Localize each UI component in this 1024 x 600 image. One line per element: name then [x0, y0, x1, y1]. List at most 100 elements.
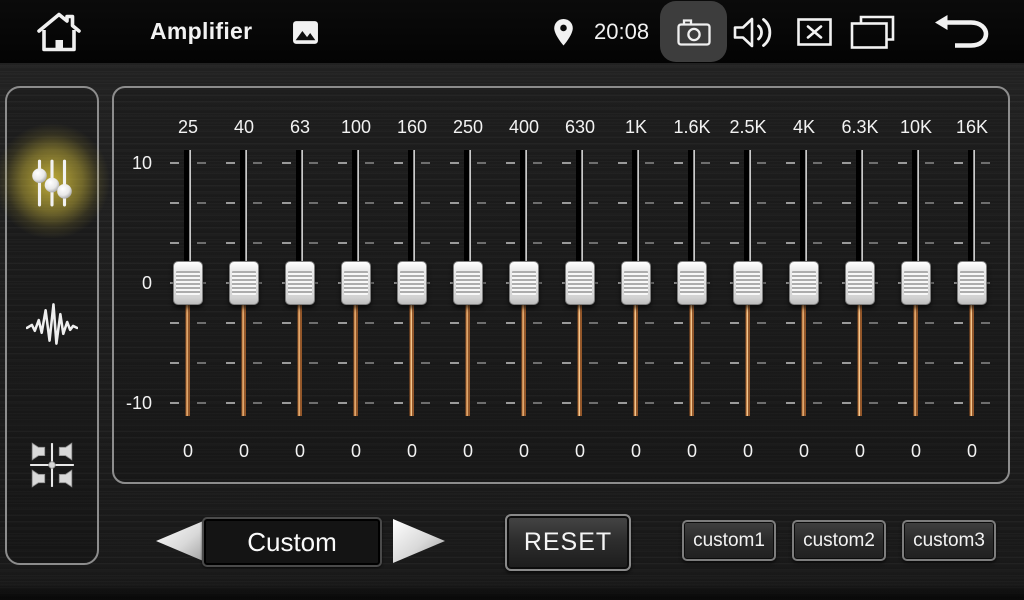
- custom1-preset-button[interactable]: custom1: [682, 520, 776, 561]
- eq-band: 1600: [384, 88, 440, 482]
- back-button[interactable]: [932, 13, 992, 51]
- eq-slider-thumb[interactable]: [341, 261, 371, 305]
- eq-slider-thumb[interactable]: [845, 261, 875, 305]
- tick-mark-row: [608, 202, 664, 204]
- eq-band-freq-label: 160: [384, 115, 440, 139]
- eq-band-slider[interactable]: [720, 150, 776, 416]
- eq-bands: 250400630100016002500400063001K01.6K02.5…: [160, 88, 1000, 482]
- eq-band-slider[interactable]: [496, 150, 552, 416]
- eq-thumb-ridges: [176, 271, 200, 295]
- eq-slider-thumb[interactable]: [229, 261, 259, 305]
- custom3-preset-button[interactable]: custom3: [902, 520, 996, 561]
- tick-mark-row: [384, 322, 440, 324]
- preset-selector[interactable]: Custom: [202, 517, 382, 567]
- eq-slider-thumb[interactable]: [901, 261, 931, 305]
- tick-mark-row: [608, 402, 664, 404]
- tick-mark-row: [720, 362, 776, 364]
- eq-slider-thumb[interactable]: [789, 261, 819, 305]
- eq-band: 4K0: [776, 88, 832, 482]
- eq-band-freq-label: 16K: [944, 115, 1000, 139]
- eq-band: 10K0: [888, 88, 944, 482]
- clock: 20:08: [594, 0, 649, 63]
- tick-mark-row: [216, 402, 272, 404]
- eq-band-slider[interactable]: [440, 150, 496, 416]
- eq-band-freq-label: 1K: [608, 115, 664, 139]
- tick-mark-row: [608, 242, 664, 244]
- volume-button[interactable]: [731, 13, 779, 51]
- sidebar-item-equalizer[interactable]: [7, 128, 97, 238]
- eq-band-value: 0: [608, 439, 664, 463]
- eq-band-freq-label: 2.5K: [720, 115, 776, 139]
- eq-band-slider[interactable]: [944, 150, 1000, 416]
- preset-prev-button[interactable]: [153, 517, 209, 567]
- tick-mark-row: [328, 242, 384, 244]
- tick-mark-row: [888, 202, 944, 204]
- tick-mark-row: [160, 402, 216, 404]
- tick-mark-row: [384, 202, 440, 204]
- tick-mark-row: [496, 202, 552, 204]
- tick-mark-row: [776, 202, 832, 204]
- eq-band-freq-label: 25: [160, 115, 216, 139]
- tick-mark-row: [328, 402, 384, 404]
- eq-slider-thumb[interactable]: [509, 261, 539, 305]
- tick-mark-row: [832, 402, 888, 404]
- tick-mark-row: [888, 402, 944, 404]
- equalizer-panel: 10 0 -10 250400630100016002500400063001K…: [112, 86, 1010, 484]
- eq-band-slider[interactable]: [664, 150, 720, 416]
- eq-band-slider[interactable]: [160, 150, 216, 416]
- eq-slider-thumb[interactable]: [397, 261, 427, 305]
- sidebar-item-balance-fader[interactable]: [7, 410, 97, 520]
- tick-mark-row: [272, 362, 328, 364]
- custom2-preset-button[interactable]: custom2: [792, 520, 886, 561]
- close-window-button[interactable]: [796, 18, 832, 46]
- eq-band-value: 0: [720, 439, 776, 463]
- tick-mark-row: [328, 202, 384, 204]
- tick-mark-row: [888, 322, 944, 324]
- eq-slider-thumb[interactable]: [173, 261, 203, 305]
- eq-slider-thumb[interactable]: [957, 261, 987, 305]
- tick-mark-row: [384, 242, 440, 244]
- tick-mark-row: [160, 322, 216, 324]
- sidebar: [5, 86, 99, 565]
- tick-mark-row: [440, 402, 496, 404]
- eq-band-slider[interactable]: [832, 150, 888, 416]
- tick-mark-row: [944, 202, 1000, 204]
- eq-band-slider[interactable]: [216, 150, 272, 416]
- tick-mark-row: [552, 202, 608, 204]
- eq-band-slider[interactable]: [608, 150, 664, 416]
- eq-band-slider[interactable]: [328, 150, 384, 416]
- eq-band-freq-label: 6.3K: [832, 115, 888, 139]
- tick-mark-row: [944, 242, 1000, 244]
- reset-button[interactable]: RESET: [505, 514, 631, 571]
- eq-band-freq-label: 400: [496, 115, 552, 139]
- eq-band-value: 0: [944, 439, 1000, 463]
- preset-next-button[interactable]: [392, 517, 448, 567]
- eq-band-slider[interactable]: [552, 150, 608, 416]
- eq-slider-thumb[interactable]: [621, 261, 651, 305]
- home-button[interactable]: [30, 9, 88, 55]
- eq-thumb-ridges: [232, 271, 256, 295]
- eq-thumb-ridges: [792, 271, 816, 295]
- scale-label-mid: 0: [114, 271, 156, 295]
- eq-slider-thumb[interactable]: [677, 261, 707, 305]
- eq-band-freq-label: 630: [552, 115, 608, 139]
- sidebar-item-sound-effect[interactable]: [7, 268, 97, 378]
- wallpaper-button[interactable]: [291, 19, 319, 45]
- eq-band-slider[interactable]: [272, 150, 328, 416]
- eq-slider-thumb[interactable]: [453, 261, 483, 305]
- eq-band: 2500: [440, 88, 496, 482]
- tick-mark-row: [832, 322, 888, 324]
- tick-mark-row: [832, 162, 888, 164]
- eq-slider-thumb[interactable]: [285, 261, 315, 305]
- eq-band-slider[interactable]: [888, 150, 944, 416]
- screenshot-button[interactable]: [660, 1, 727, 62]
- eq-band-slider[interactable]: [384, 150, 440, 416]
- eq-band-slider[interactable]: [776, 150, 832, 416]
- eq-slider-thumb[interactable]: [565, 261, 595, 305]
- eq-slider-thumb[interactable]: [733, 261, 763, 305]
- tick-mark-row: [496, 402, 552, 404]
- tick-mark-row: [496, 362, 552, 364]
- eq-band-value: 0: [384, 439, 440, 463]
- recent-apps-button[interactable]: [849, 14, 895, 50]
- eq-band-value: 0: [552, 439, 608, 463]
